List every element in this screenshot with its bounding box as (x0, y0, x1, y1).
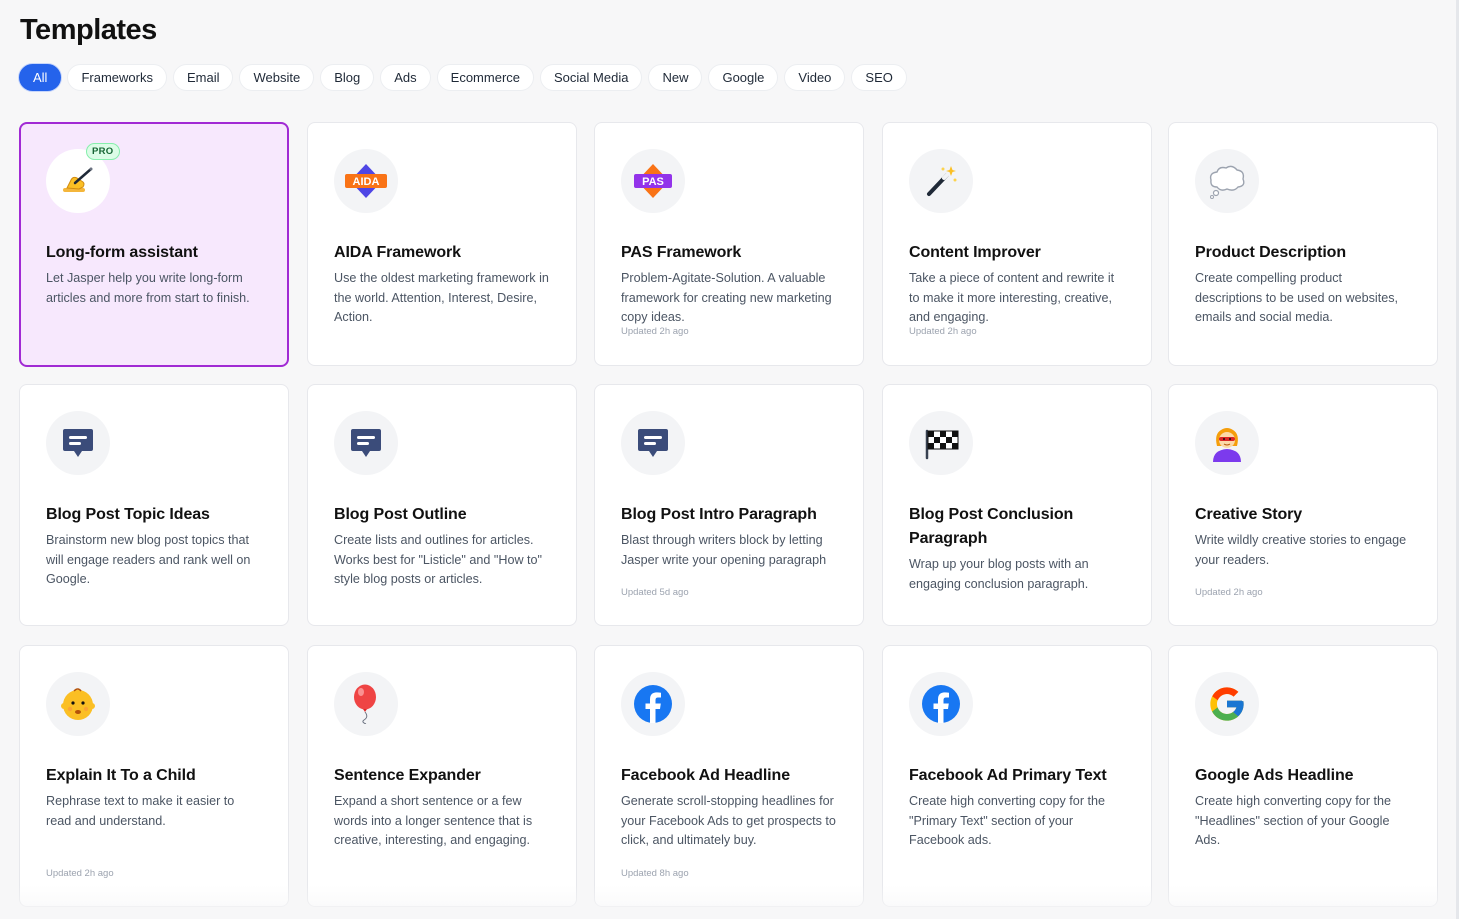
card-description: Wrap up your blog posts with an engaging… (909, 557, 1089, 591)
updated-label: Updated 2h ago (1195, 587, 1263, 598)
template-card-facebook-ad-primary-text[interactable]: Facebook Ad Primary Text Create high con… (882, 645, 1152, 907)
card-title: Blog Post Intro Paragraph (621, 506, 817, 523)
card-title: Facebook Ad Headline (621, 767, 791, 784)
card-description: Create lists and outlines for articles. … (334, 533, 543, 586)
card-description: Create high converting copy for the "Hea… (1195, 794, 1392, 847)
template-card-blog-post-conclusion-paragraph[interactable]: Blog Post Conclusion Paragraph Wrap up y… (882, 384, 1152, 626)
template-grid: PRO Long-form assistant Let Jasper help … (19, 122, 1439, 919)
facebook-icon (909, 672, 973, 736)
card-title: PAS Framework (621, 244, 742, 261)
card-description: Brainstorm new blog post topics that wil… (46, 533, 251, 586)
chat-bubble-icon (46, 411, 110, 475)
magic-wand-icon (909, 149, 973, 213)
balloon-icon (334, 672, 398, 736)
aida-icon: AIDA (334, 149, 398, 213)
updated-label: Updated 8h ago (621, 868, 689, 879)
card-description: Generate scroll-stopping headlines for y… (621, 794, 836, 847)
card-title: Facebook Ad Primary Text (909, 767, 1107, 784)
tab-website[interactable]: Website (239, 64, 315, 91)
tab-blog[interactable]: Blog (320, 64, 375, 91)
pas-icon: PAS (621, 149, 685, 213)
template-card-facebook-ad-headline[interactable]: Facebook Ad Headline Generate scroll-sto… (594, 645, 864, 907)
updated-label: Updated 2h ago (46, 868, 114, 879)
pro-badge: PRO (86, 143, 120, 160)
card-description: Use the oldest marketing framework in th… (334, 271, 549, 324)
card-title: Content Improver (909, 244, 1041, 261)
writing-hand-icon: PRO (46, 143, 120, 213)
card-description: Expand a short sentence or a few words i… (334, 794, 533, 847)
aida-icon-text: AIDA (353, 176, 380, 188)
template-card-explain-it-to-a-child[interactable]: Explain It To a Child Rephrase text to m… (19, 645, 289, 907)
tab-new[interactable]: New (648, 64, 703, 91)
template-card-google-ads-headline[interactable]: Google Ads Headline Create high converti… (1168, 645, 1438, 907)
card-title: Sentence Expander (334, 767, 481, 784)
tab-ecommerce[interactable]: Ecommerce (436, 64, 535, 91)
template-card-blog-post-topic-ideas[interactable]: Blog Post Topic Ideas Brainstorm new blo… (19, 384, 289, 626)
tab-all[interactable]: All (19, 64, 62, 91)
template-card-creative-story[interactable]: Creative Story Write wildly creative sto… (1168, 384, 1438, 626)
template-card-blog-post-outline[interactable]: Blog Post Outline Create lists and outli… (307, 384, 577, 626)
facebook-icon (621, 672, 685, 736)
template-card-product-description[interactable]: Product Description Create compelling pr… (1168, 122, 1438, 366)
template-card-aida-framework[interactable]: AIDA AIDA Framework Use the oldest marke… (307, 122, 577, 366)
tab-ads[interactable]: Ads (380, 64, 431, 91)
superhero-icon (1195, 411, 1259, 475)
card-title: Google Ads Headline (1195, 767, 1354, 784)
thought-bubble-icon (1195, 149, 1259, 213)
card-description: Let Jasper help you write long-form arti… (46, 271, 250, 305)
chat-bubble-icon (621, 411, 685, 475)
template-card-pas-framework[interactable]: PAS PAS Framework Problem-Agitate-Soluti… (594, 122, 864, 366)
card-title: Creative Story (1195, 506, 1303, 523)
card-title: Explain It To a Child (46, 767, 196, 784)
tab-video[interactable]: Video (784, 64, 846, 91)
card-description: Blast through writers block by letting J… (621, 533, 827, 567)
updated-label: Updated 5d ago (621, 587, 689, 598)
card-description: Rephrase text to make it easier to read … (46, 794, 235, 828)
pas-icon-text: PAS (642, 176, 664, 188)
card-title: Blog Post Outline (334, 506, 467, 523)
template-card-blog-post-intro-paragraph[interactable]: Blog Post Intro Paragraph Blast through … (594, 384, 864, 626)
checkered-flag-icon (909, 411, 973, 475)
card-title: Long-form assistant (46, 244, 198, 261)
card-title: Blog Post Topic Ideas (46, 506, 210, 523)
updated-label: Updated 2h ago (621, 326, 689, 337)
google-icon (1195, 672, 1259, 736)
card-title: Product Description (1195, 244, 1347, 261)
card-description: Write wildly creative stories to engage … (1195, 533, 1407, 567)
templates-page: Templates All Frameworks Email Website B… (0, 0, 1459, 919)
tab-social-media[interactable]: Social Media (540, 64, 643, 91)
baby-icon (46, 672, 110, 736)
template-card-content-improver[interactable]: Content Improver Take a piece of content… (882, 122, 1152, 366)
tab-frameworks[interactable]: Frameworks (67, 64, 167, 91)
page-title: Templates (20, 14, 157, 46)
card-description: Create compelling product descriptions t… (1195, 271, 1399, 324)
card-description: Create high converting copy for the "Pri… (909, 794, 1106, 847)
card-description: Problem-Agitate-Solution. A valuable fra… (621, 271, 832, 324)
card-title: AIDA Framework (334, 244, 461, 261)
tab-email[interactable]: Email (172, 64, 234, 91)
tab-google[interactable]: Google (708, 64, 779, 91)
updated-label: Updated 2h ago (909, 326, 977, 337)
card-title: Blog Post Conclusion Paragraph (909, 506, 1074, 547)
chat-bubble-icon (334, 411, 398, 475)
tab-seo[interactable]: SEO (851, 64, 907, 91)
card-description: Take a piece of content and rewrite it t… (909, 271, 1115, 324)
category-tabs: All Frameworks Email Website Blog Ads Ec… (19, 64, 907, 91)
template-card-long-form-assistant[interactable]: PRO Long-form assistant Let Jasper help … (19, 122, 289, 367)
template-card-sentence-expander[interactable]: Sentence Expander Expand a short sentenc… (307, 645, 577, 907)
